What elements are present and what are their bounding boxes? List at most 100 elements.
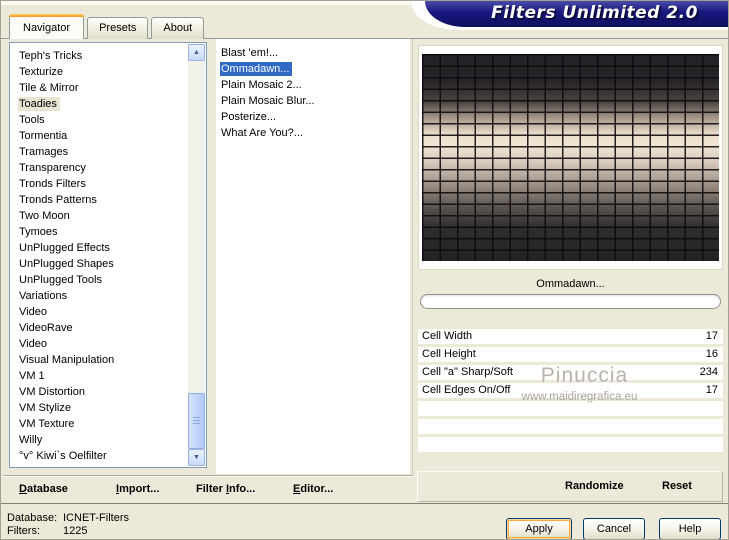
parameter-value: 234 [699, 366, 718, 378]
filter-item-label: Plain Mosaic 2... [221, 79, 302, 91]
filter-listbox[interactable]: Blast 'em!... Ommadawn... Plain Mosaic 2..… [216, 39, 410, 474]
tab-navigator[interactable]: Navigator [9, 14, 85, 39]
filter-preview-image [422, 54, 719, 261]
category-scrollbar[interactable]: ▲ ▼ [188, 44, 205, 466]
category-item-label: Tramages [19, 146, 69, 158]
filter-item[interactable]: Ommadawn... [216, 61, 410, 77]
category-item[interactable]: Video [11, 304, 187, 320]
toolbar-button-filter-info[interactable]: Filter Info... [196, 483, 255, 495]
parameter-row[interactable]: Cell Width 17 [418, 329, 723, 344]
category-item-label: Willy [19, 434, 43, 446]
category-item-label: VideoRave [19, 322, 73, 334]
category-item-label: Tile & Mirror [19, 82, 79, 94]
toolbar-button-import[interactable]: Import... [116, 483, 159, 495]
toolbar-button-database[interactable]: Database [19, 483, 68, 495]
preview-frame [418, 45, 723, 270]
category-item[interactable]: VM Texture [11, 416, 187, 432]
category-item[interactable]: Toadies [11, 96, 187, 112]
parameter-value: 17 [705, 330, 718, 342]
tab-presets[interactable]: Presets [87, 17, 149, 39]
tab-label: Navigator [23, 22, 71, 34]
cancel-button[interactable]: Cancel [583, 518, 645, 539]
parameter-row-empty [418, 401, 723, 416]
filters-count-label: Filters: [7, 525, 40, 537]
tab-about[interactable]: About [151, 17, 205, 39]
category-item-label: Video [19, 338, 47, 350]
filter-item[interactable]: Blast 'em!... [216, 45, 410, 61]
apply-button[interactable]: Apply [506, 518, 572, 539]
category-item[interactable]: Texturize [11, 64, 187, 80]
category-item[interactable]: Tronds Filters [11, 176, 187, 192]
category-item[interactable]: Tramages [11, 144, 187, 160]
category-item-label: Visual Manipulation [19, 354, 115, 366]
status-bar: Database: ICNET-Filters Filters: 1225 Ap… [1, 505, 728, 539]
category-item[interactable]: VM Stylize [11, 400, 187, 416]
parameter-row[interactable]: Cell Edges On/Off 17 [418, 383, 723, 398]
category-listbox[interactable]: Teph's Tricks Texturize Tile & Mirror Toadi… [9, 42, 207, 468]
category-item[interactable]: Visual Manipulation [11, 352, 187, 368]
category-item[interactable]: Tronds Patterns [11, 192, 187, 208]
category-item-label: Tools [19, 114, 45, 126]
category-item[interactable]: Tile & Mirror [11, 80, 187, 96]
category-item-label: VM Texture [19, 418, 75, 430]
category-item[interactable]: Teph's Tricks [11, 48, 187, 64]
category-item[interactable]: UnPlugged Shapes [11, 256, 187, 272]
category-item[interactable]: Transparency [11, 160, 187, 176]
category-item[interactable]: Tymoes [11, 224, 187, 240]
parameter-name: Cell "a" Sharp/Soft [422, 366, 513, 378]
category-item-label: Two Moon [19, 210, 70, 222]
progress-bar [420, 294, 721, 309]
category-item[interactable]: VM 1 [11, 368, 187, 384]
randomize-button[interactable]: Randomize [565, 480, 624, 492]
category-item[interactable]: Willy [11, 432, 187, 448]
toolbar-button-text-post: atabase [26, 483, 68, 495]
filter-item[interactable]: Posterize... [216, 109, 410, 125]
tab-label: Presets [99, 22, 137, 34]
parameter-row[interactable]: Cell "a" Sharp/Soft 234 [418, 365, 723, 380]
filter-item-label: Ommadawn... [220, 62, 293, 76]
help-button[interactable]: Help [659, 518, 721, 539]
preview-caption: Ommadawn... [536, 278, 605, 290]
database-value: ICNET-Filters [63, 512, 129, 524]
parameter-name: Cell Width [422, 330, 473, 342]
category-item[interactable]: Variations [11, 288, 187, 304]
category-item[interactable]: Tools [11, 112, 187, 128]
filter-item-label: What Are You?... [221, 127, 303, 139]
category-item-label: Tronds Filters [19, 178, 86, 190]
category-item-label: VM Stylize [19, 402, 71, 414]
category-item-label: Tormentia [19, 130, 68, 142]
tab-label: About [163, 22, 193, 34]
category-item-label: Tymoes [19, 226, 58, 238]
category-item[interactable]: Video [11, 336, 187, 352]
category-item-label: UnPlugged Tools [19, 274, 102, 286]
category-item[interactable]: VM Distortion [11, 384, 187, 400]
category-item-label: Video [19, 306, 47, 318]
category-item[interactable]: Tormentia [11, 128, 187, 144]
tab-strip: Navigator Presets About [9, 14, 205, 39]
filter-item-label: Blast 'em!... [221, 47, 279, 59]
toolbar-button-text-post: nfo... [229, 483, 256, 495]
category-item[interactable]: °v° Kiwi`s Oelfilter [11, 448, 187, 464]
toolbar-button-text-pre: Filter [196, 483, 226, 495]
reset-button[interactable]: Reset [662, 480, 692, 492]
category-item-label: UnPlugged Effects [19, 242, 110, 254]
scroll-down-icon[interactable]: ▼ [188, 449, 205, 466]
filter-item[interactable]: Plain Mosaic 2... [216, 77, 410, 93]
category-item[interactable]: UnPlugged Effects [11, 240, 187, 256]
toolbar-button-accesskey: D [19, 483, 27, 495]
parameter-row-empty [418, 419, 723, 434]
toolbar-button-text-post: ditor... [300, 483, 334, 495]
category-item[interactable]: UnPlugged Tools [11, 272, 187, 288]
category-item[interactable]: VideoRave [11, 320, 187, 336]
toolbar-button-editor[interactable]: Editor... [293, 483, 333, 495]
scroll-up-icon[interactable]: ▲ [188, 44, 205, 61]
category-item[interactable]: Two Moon [11, 208, 187, 224]
category-item-label: VM 1 [19, 370, 45, 382]
filter-item-label: Posterize... [221, 111, 277, 123]
filter-item[interactable]: Plain Mosaic Blur... [216, 93, 410, 109]
category-item-label: Toadies [18, 97, 60, 111]
category-item-label: Tronds Patterns [19, 194, 97, 206]
filter-item[interactable]: What Are You?... [216, 125, 410, 141]
scrollbar-thumb[interactable] [188, 393, 205, 449]
parameter-row[interactable]: Cell Height 16 [418, 347, 723, 362]
